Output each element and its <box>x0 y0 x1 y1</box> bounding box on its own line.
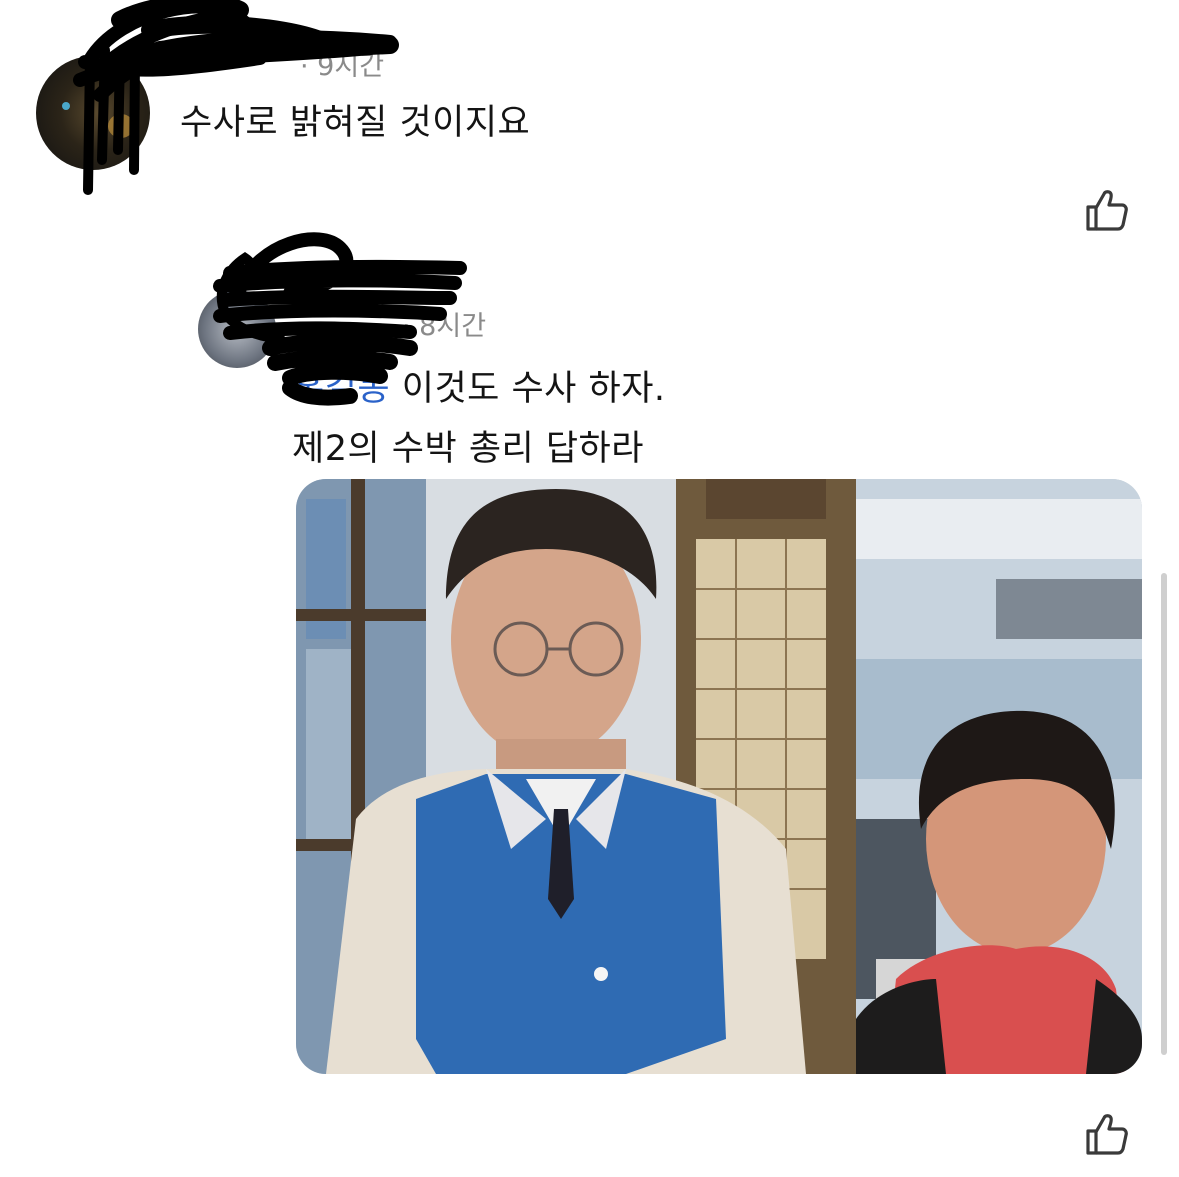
redaction-scribble <box>73 0 399 195</box>
redaction-scribble <box>213 232 467 406</box>
attached-photo[interactable] <box>296 479 1142 1074</box>
scrollbar[interactable] <box>1161 573 1167 1055</box>
comment-text: 제2의 수박 총리 답하라 <box>292 429 644 469</box>
thumbs-up-icon[interactable] <box>1083 1110 1131 1158</box>
photo-image <box>296 479 1142 1074</box>
thumbs-up-icon[interactable] <box>1083 186 1131 234</box>
